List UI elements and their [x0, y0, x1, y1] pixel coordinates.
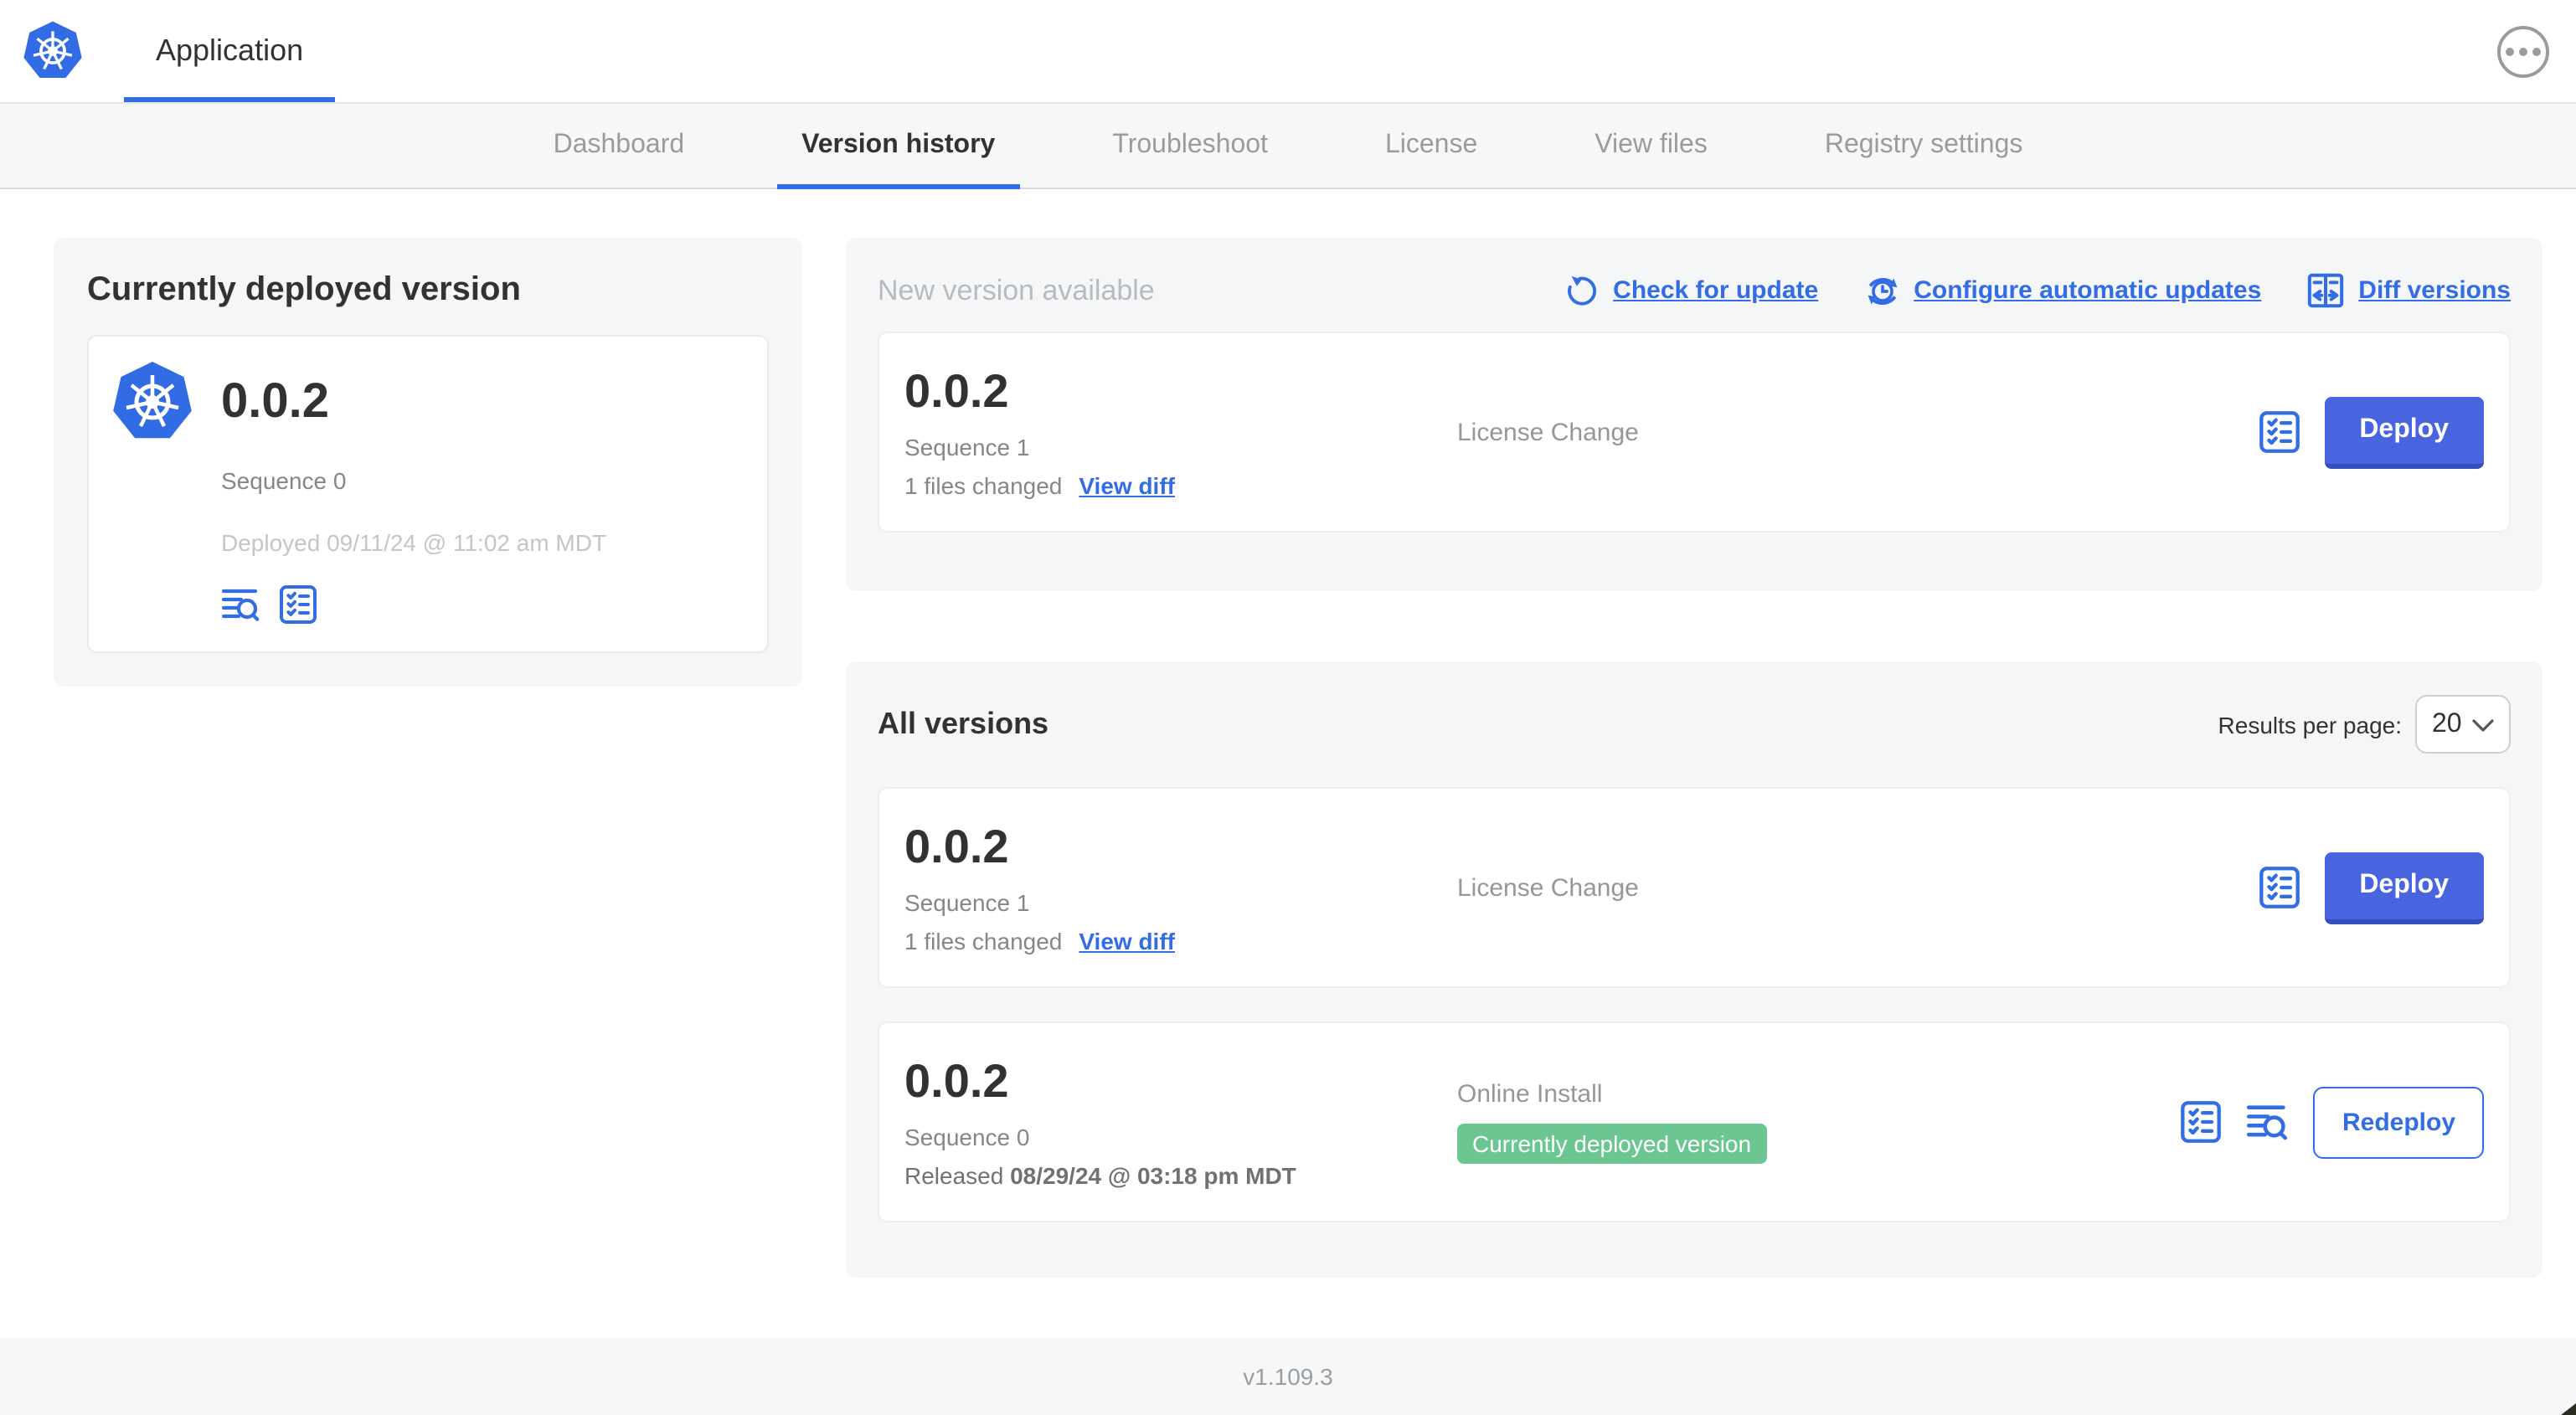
new-version-title: New version available	[878, 274, 1155, 306]
refresh-icon	[1568, 274, 1597, 306]
check-for-update-link[interactable]: Check for update	[1564, 273, 1818, 308]
preflight-checks-button[interactable]	[278, 584, 318, 625]
configure-automatic-updates-link[interactable]: Configure automatic updates	[1863, 272, 2261, 309]
current-version-sequence: Sequence 0	[221, 467, 347, 494]
checklist-icon	[2257, 410, 2300, 454]
clock-refresh-icon	[1863, 272, 1900, 309]
checklist-icon	[2257, 866, 2300, 909]
preflight-checks-button[interactable]	[2180, 1100, 2223, 1144]
diff-icon	[2306, 271, 2345, 310]
version-source: License Change	[1457, 873, 1639, 902]
app-header: Application	[0, 0, 2576, 104]
preflight-checks-button[interactable]	[2257, 866, 2300, 909]
view-logs-button[interactable]	[2247, 1100, 2290, 1144]
version-sequence: Sequence 1	[904, 889, 1030, 916]
version-row: 0.0.2 Sequence 1 1 files changed View di…	[878, 787, 2511, 988]
ellipsis-icon	[2506, 47, 2514, 55]
version-row: 0.0.2 Sequence 0 Released 08/29/24 @ 03:…	[878, 1021, 2511, 1222]
all-versions-panel: All versions Results per page: 20 0.0.2 …	[846, 661, 2543, 1278]
checklist-icon	[2180, 1100, 2223, 1144]
new-version-panel: New version available Check for update C…	[846, 238, 2543, 591]
preflight-checks-button[interactable]	[2257, 410, 2300, 454]
checklist-icon	[280, 585, 317, 624]
tab-view-files[interactable]: View files	[1569, 104, 1733, 188]
tab-registry-settings[interactable]: Registry settings	[1800, 104, 2048, 188]
version-number: 0.0.2	[904, 821, 1009, 872]
app-footer: v1.109.3	[0, 1338, 2576, 1415]
files-changed: 1 files changed	[904, 472, 1063, 499]
view-diff-link[interactable]: View diff	[1079, 472, 1175, 499]
current-version-deployed-at: Deployed 09/11/24 @ 11:02 am MDT	[221, 529, 607, 556]
footer-version: v1.109.3	[1243, 1363, 1333, 1390]
kubernetes-logo-icon	[111, 360, 194, 444]
view-logs-button[interactable]	[221, 584, 261, 625]
tab-dashboard[interactable]: Dashboard	[528, 104, 710, 188]
files-changed: 1 files changed	[904, 928, 1063, 954]
version-source: Online Install	[1457, 1080, 1603, 1109]
tab-version-history[interactable]: Version history	[776, 104, 1020, 189]
version-sequence: Sequence 1	[904, 434, 1030, 461]
main-content: Currently deployed version 0.0.2 Sequenc…	[0, 189, 2576, 1338]
logs-icon	[2247, 1100, 2290, 1144]
diff-versions-link[interactable]: Diff versions	[2306, 271, 2511, 310]
tab-troubleshoot[interactable]: Troubleshoot	[1087, 104, 1293, 188]
new-version-row: 0.0.2 Sequence 1 1 files changed View di…	[878, 332, 2511, 533]
deploy-button[interactable]: Deploy	[2324, 396, 2484, 468]
version-released-at: Released 08/29/24 @ 03:18 pm MDT	[904, 1162, 1296, 1189]
current-version-number: 0.0.2	[221, 374, 329, 428]
chevron-down-icon	[2472, 718, 2494, 731]
app-title-tab[interactable]: Application	[124, 0, 336, 102]
app-title: Application	[156, 33, 304, 67]
results-per-page-select[interactable]: 20	[2415, 695, 2511, 754]
version-sequence: Sequence 0	[904, 1124, 1030, 1150]
admin-console: Application Dashboard Version history Tr…	[0, 0, 2576, 1415]
currently-deployed-badge: Currently deployed version	[1457, 1124, 1767, 1164]
results-per-page-label: Results per page:	[2218, 711, 2402, 738]
version-source: License Change	[1457, 418, 1639, 446]
logs-icon	[221, 584, 261, 625]
more-options-button[interactable]	[2497, 25, 2549, 77]
current-version-panel: Currently deployed version 0.0.2 Sequenc…	[54, 238, 802, 687]
version-number: 0.0.2	[904, 1055, 1009, 1107]
nav-tabs: Dashboard Version history Troubleshoot L…	[0, 104, 2576, 189]
tab-license[interactable]: License	[1360, 104, 1502, 188]
deploy-button[interactable]: Deploy	[2324, 852, 2484, 924]
version-number: 0.0.2	[904, 365, 1009, 417]
current-version-title: Currently deployed version	[87, 271, 521, 308]
active-tab-underline	[124, 97, 336, 102]
kubernetes-logo-icon	[22, 20, 84, 80]
right-column: New version available Check for update C…	[846, 238, 2543, 1278]
all-versions-title: All versions	[878, 707, 1049, 740]
redeploy-button[interactable]: Redeploy	[2313, 1086, 2484, 1158]
view-diff-link[interactable]: View diff	[1079, 928, 1175, 954]
current-version-card: 0.0.2 Sequence 0 Deployed 09/11/24 @ 11:…	[87, 335, 769, 653]
